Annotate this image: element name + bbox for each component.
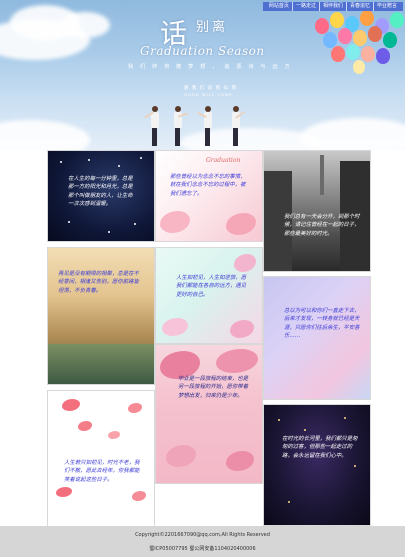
nav-farewell[interactable]: 毕业赠言	[374, 2, 400, 11]
card-floating-petals[interactable]: 人生若只如初见，时光不老，我们不散，愿此去经年，你我都能笑着说起这些日子。	[47, 390, 155, 527]
footer-icp: 蜀ICP05007795 蜀公网安备1104020400006	[149, 546, 256, 552]
card-city-street[interactable]: 我们总有一天会分开，到那个时候，请记住曾经在一起的日子，那些最美好的时光。	[263, 150, 371, 272]
card-quote: 在人生的每一分钟里，总是那一方的阳光和月光，总是那个叫做朋友的人，让生命一次次感…	[68, 176, 133, 208]
card-starry-sky[interactable]: 在人生的每一分钟里，总是那一方的阳光和月光，总是那个叫做朋友的人，让生命一次次感…	[47, 150, 155, 242]
card-quote: 那些曾经以为念念不忘的事情，就在我们念念不忘的过程中，被我们遗忘了。	[170, 174, 246, 197]
card-tag: Graduation	[206, 157, 241, 164]
balloons-image	[295, 8, 405, 118]
slogan: 我 们 终 将 散 梦 想 ， 追 逐 诗 与 远 方	[128, 64, 293, 70]
card-cherry-blossom[interactable]: 毕业是一段旅程的结束，也是另一段旅程的开始，愿你带着梦想出发，归来仍是少年。	[155, 344, 263, 484]
site-subtitle: 别离	[196, 20, 229, 35]
card-night-lights[interactable]: 在时光的长河里，我们都只是匆匆的过客，但那些一起走过的路，会永远留在我们心中。	[263, 404, 371, 526]
header-banner: 话 别离 Graduation Season 我 们 终 将 散 梦 想 ， 追…	[0, 0, 405, 150]
sub-slogan-cn: 愿 我 们 前 程 似 锦	[184, 86, 238, 91]
nav-together[interactable]: 相伴我们	[320, 2, 347, 11]
card-quote: 总以为可以和你们一直走下去，后来才发现，一转身就已经是天涯，只愿你们往后余生，平…	[284, 308, 360, 340]
site-title-english: Graduation Season	[140, 44, 265, 58]
footer: Copyright©2201667090@qq.com,All Rights R…	[0, 526, 405, 557]
nav-journey[interactable]: 一路走过	[293, 2, 320, 11]
card-watercolor[interactable]: 总以为可以和你们一直走下去，后来才发现，一转身就已经是天涯，只愿你们往后余生，平…	[263, 276, 371, 400]
footer-copyright: Copyright©2201667090@qq.com,All Rights R…	[135, 532, 270, 538]
graduates-image	[144, 96, 255, 146]
top-nav: 网站首页 一路走过 相伴我们 青春追忆 毕业赠言	[262, 2, 403, 11]
card-quote: 我们总有一天会分开，到那个时候，请记住曾经在一起的日子，那些最美好的时光。	[284, 214, 360, 237]
card-quote: 人生若只如初见，时光不老，我们不散，愿此去经年，你我都能笑着说起这些日子。	[64, 460, 140, 483]
card-quote: 毕业是一段旅程的结束，也是另一段旅程的开始，愿你带着梦想出发，归来仍是少年。	[178, 376, 249, 399]
card-quote: 人生如初见，人生如逆旅，愿我们都能在各自的远方，遇见更好的自己。	[176, 275, 247, 298]
card-sunset-grass[interactable]: 再见是没有期限的相聚，总是在不经意间，相逢又告别，愿你前路皆坦荡，不负青春。	[47, 247, 155, 385]
card-pastel-flowers[interactable]: 人生如初见，人生如逆旅，愿我们都能在各自的远方，遇见更好的自己。	[155, 247, 263, 344]
card-quote: 在时光的长河里，我们都只是匆匆的过客，但那些一起走过的路，会永远留在我们心中。	[282, 436, 358, 459]
nav-memories[interactable]: 青春追忆	[347, 2, 374, 11]
card-pink-flowers[interactable]: Graduation 那些曾经以为念念不忘的事情，就在我们念念不忘的过程中，被我…	[155, 150, 263, 242]
card-quote: 再见是没有期限的相聚，总是在不经意间，相逢又告别，愿你前路皆坦荡，不负青春。	[58, 271, 139, 294]
nav-home[interactable]: 网站首页	[266, 2, 293, 11]
